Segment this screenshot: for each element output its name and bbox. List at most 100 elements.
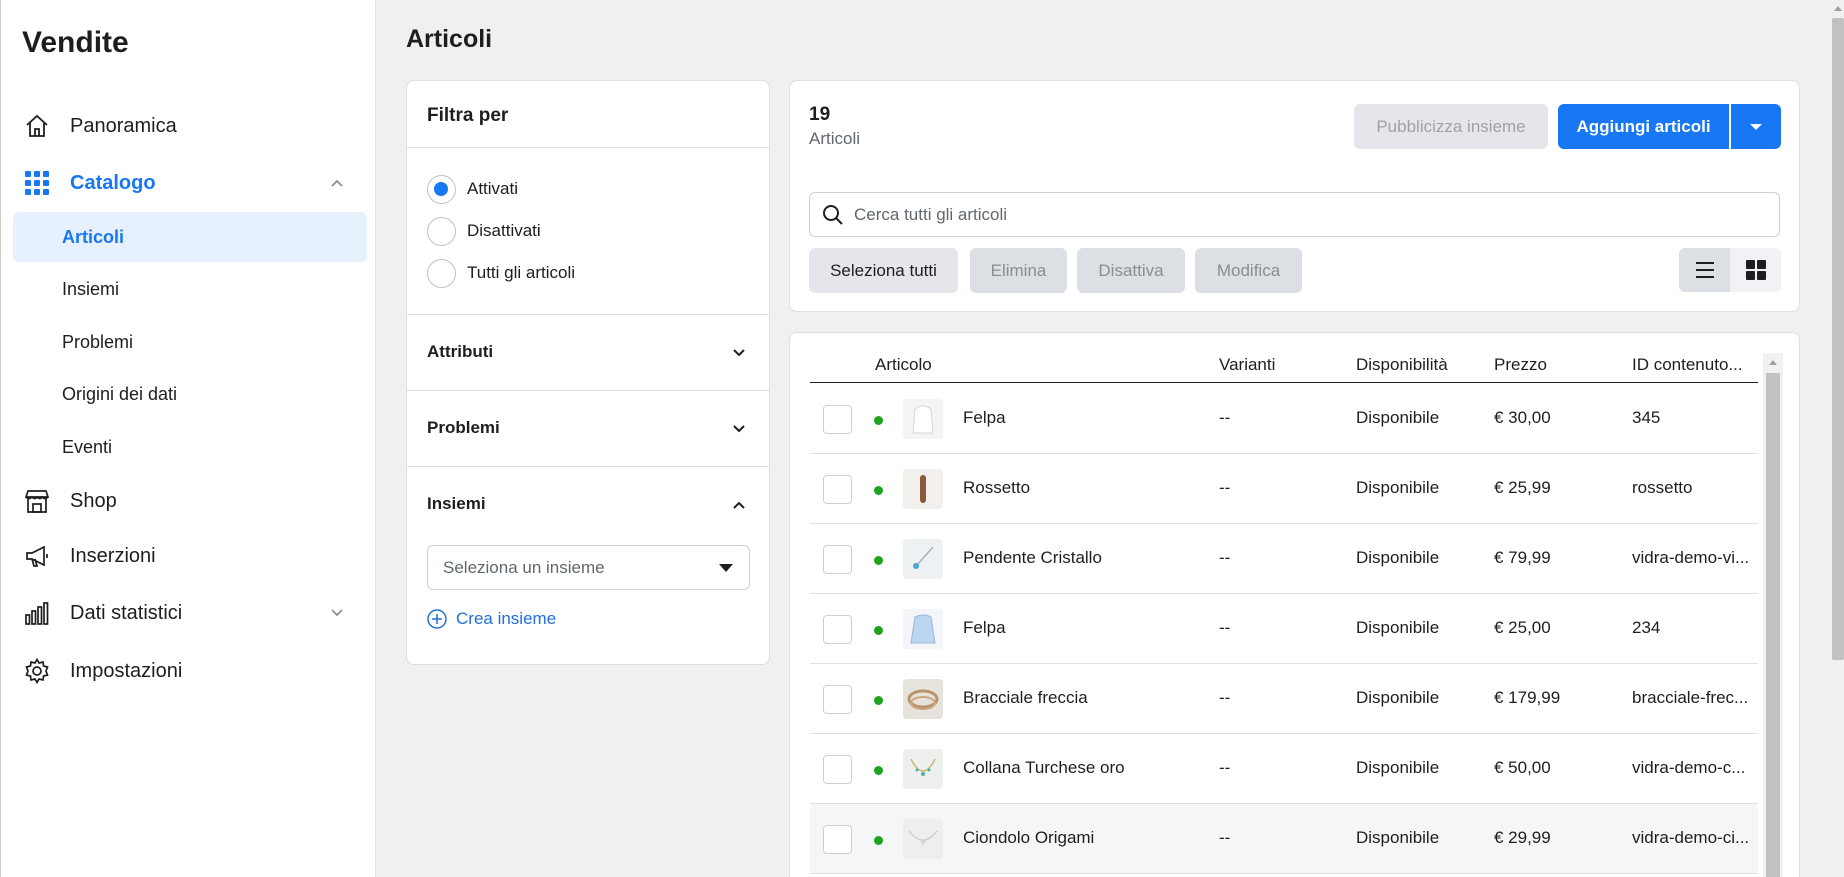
sidebar-item-inserzioni[interactable]: Inserzioni <box>13 532 367 580</box>
column-header-disponibilita[interactable]: Disponibilità <box>1356 355 1448 375</box>
home-icon <box>23 112 51 140</box>
item-price: € 25,99 <box>1494 478 1551 497</box>
add-items-dropdown-button[interactable] <box>1731 104 1781 149</box>
sidebar-sub-label: Articoli <box>62 226 125 247</box>
sidebar-item-panoramica[interactable]: Panoramica <box>13 102 367 150</box>
item-availability: Disponibile <box>1356 618 1440 637</box>
grid-view-icon <box>1745 260 1766 280</box>
item-name[interactable]: Ciondolo Origami <box>963 828 1094 848</box>
row-checkbox[interactable] <box>823 755 852 784</box>
sidebar-item-shop[interactable]: Shop <box>13 477 367 525</box>
item-content-id: bracciale-frec... <box>1632 688 1749 707</box>
list-view-button[interactable] <box>1679 248 1730 292</box>
sidebar-item-label: Catalogo <box>70 171 156 194</box>
row-checkbox[interactable] <box>823 545 852 574</box>
item-name[interactable]: Bracciale freccia <box>963 688 1088 708</box>
table-row[interactable]: Felpa -- Disponibile € 25,00 234 <box>810 594 1758 664</box>
section-attributi[interactable]: Attributi <box>407 314 769 390</box>
sidebar-item-impostazioni[interactable]: Impostazioni <box>13 647 367 695</box>
sidebar-sub-origini-dati[interactable]: Origini dei dati <box>13 369 367 419</box>
table-row[interactable]: Ciondolo Origami -- Disponibile € 29,99 … <box>810 804 1758 874</box>
sidebar-sub-eventi[interactable]: Eventi <box>13 422 367 472</box>
page-scroll-up-arrow-icon[interactable] <box>1832 0 1844 16</box>
search-icon <box>823 204 843 225</box>
section-title: Attributi <box>427 342 494 361</box>
sidebar-sub-problemi[interactable]: Problemi <box>13 317 367 367</box>
item-name[interactable]: Felpa <box>963 408 1006 428</box>
table-row[interactable]: Felpa -- Disponibile € 30,00 345 <box>810 384 1758 454</box>
search-placeholder: Cerca tutti gli articoli <box>854 204 1008 224</box>
megaphone-icon <box>23 542 51 570</box>
sidebar-item-label: Dati statistici <box>70 601 183 624</box>
row-checkbox[interactable] <box>823 405 852 434</box>
section-insiemi[interactable]: Insiemi <box>407 466 769 542</box>
sidebar-item-dati-statistici[interactable]: Dati statistici <box>13 589 367 637</box>
grid-view-button[interactable] <box>1730 248 1781 292</box>
add-items-button[interactable]: Aggiungi articoli <box>1558 104 1729 149</box>
row-checkbox[interactable] <box>823 475 852 504</box>
product-thumbnail <box>903 819 943 859</box>
deactivate-button[interactable]: Disattiva <box>1077 248 1185 293</box>
create-set-label: Crea insieme <box>456 609 557 628</box>
select-all-button[interactable]: Seleziona tutti <box>809 248 958 293</box>
item-price: € 50,00 <box>1494 758 1551 777</box>
search-input[interactable]: Cerca tutti gli articoli <box>809 192 1780 237</box>
item-name[interactable]: Pendente Cristallo <box>963 548 1102 568</box>
sidebar-sub-label: Problemi <box>62 331 134 352</box>
table-scrollbar-thumb[interactable] <box>1766 373 1780 877</box>
publish-together-button[interactable]: Pubblicizza insieme <box>1354 104 1548 149</box>
row-checkbox[interactable] <box>823 615 852 644</box>
sidebar-item-label: Panoramica <box>70 114 177 137</box>
row-checkbox[interactable] <box>823 685 852 714</box>
status-dot <box>874 836 883 845</box>
set-select[interactable]: Seleziona un insieme <box>427 545 750 590</box>
page-title: Articoli <box>406 25 493 53</box>
table-row[interactable]: Pendente Cristallo -- Disponibile € 79,9… <box>810 524 1758 594</box>
radio-disattivati[interactable]: Disattivati <box>427 216 541 246</box>
item-name[interactable]: Rossetto <box>963 478 1030 498</box>
edit-button[interactable]: Modifica <box>1195 248 1302 293</box>
sidebar-item-label: Impostazioni <box>70 659 183 682</box>
radio-tutti-articoli[interactable]: Tutti gli articoli <box>427 258 575 288</box>
row-checkbox[interactable] <box>823 825 852 854</box>
item-content-id: vidra-demo-ci... <box>1632 828 1750 847</box>
column-header-varianti[interactable]: Varianti <box>1219 355 1275 375</box>
radio-button[interactable] <box>427 258 456 288</box>
table-row[interactable]: Collana Turchese oro -- Disponibile € 50… <box>810 734 1758 804</box>
radio-button-selected[interactable] <box>427 174 456 204</box>
scroll-up-arrow-icon[interactable] <box>1763 353 1783 371</box>
chevron-down-icon <box>331 609 343 617</box>
create-set-link[interactable]: Crea insieme <box>427 609 556 629</box>
sidebar: Vendite Panoramica Catalogo Articoli Ins… <box>0 0 376 877</box>
sidebar-sub-articoli[interactable]: Articoli <box>13 212 367 262</box>
storefront-icon <box>23 487 51 515</box>
item-price: € 30,00 <box>1494 408 1551 427</box>
select-placeholder: Seleziona un insieme <box>443 558 605 577</box>
section-title: Insiemi <box>427 494 486 513</box>
sidebar-item-catalogo[interactable]: Catalogo <box>13 159 367 207</box>
item-content-id: 234 <box>1632 618 1661 637</box>
column-header-prezzo[interactable]: Prezzo <box>1494 355 1547 375</box>
chevron-up-icon <box>733 501 745 509</box>
product-thumbnail <box>903 679 943 719</box>
delete-button[interactable]: Elimina <box>970 248 1067 293</box>
section-problemi[interactable]: Problemi <box>407 390 769 466</box>
item-availability: Disponibile <box>1356 478 1440 497</box>
sidebar-sub-label: Insiemi <box>62 278 120 299</box>
product-thumbnail <box>903 609 943 649</box>
sidebar-item-label: Shop <box>70 489 117 512</box>
column-header-articolo[interactable]: Articolo <box>875 355 932 375</box>
caret-down-icon <box>719 564 733 572</box>
item-name[interactable]: Felpa <box>963 618 1006 638</box>
radio-button[interactable] <box>427 216 456 246</box>
item-name[interactable]: Collana Turchese oro <box>963 758 1125 778</box>
sidebar-sub-insiemi[interactable]: Insiemi <box>13 264 367 314</box>
table-row[interactable]: Rossetto -- Disponibile € 25,99 rossetto <box>810 454 1758 524</box>
item-content-id: rossetto <box>1632 478 1693 497</box>
radio-attivati[interactable]: Attivati <box>427 174 518 204</box>
filter-panel: Filtra per Attivati Disattivati Tutti gl… <box>406 80 770 665</box>
column-header-id-contenuto[interactable]: ID contenuto... <box>1632 355 1743 375</box>
page-scrollbar-thumb[interactable] <box>1832 18 1844 660</box>
table-row[interactable]: Bracciale freccia -- Disponibile € 179,9… <box>810 664 1758 734</box>
sidebar-sub-label: Origini dei dati <box>62 383 178 404</box>
